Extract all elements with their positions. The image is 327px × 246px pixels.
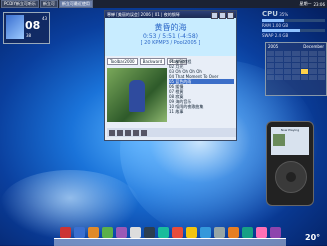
calendar-grid [266,50,326,81]
close-icon[interactable] [227,12,234,19]
ipod-center-button[interactable] [286,172,296,182]
app-icon-16[interactable] [270,227,281,238]
app-icon-11[interactable] [200,227,211,238]
player-titlebar[interactable]: 寒蝉 [美丽的误会] 2006 | 01 | 夜的钢琴 [105,11,236,19]
song-bitrate: [ 20 KPMP3 / Pool2005 ] [140,40,201,46]
song-title: 黄昏的海 [154,23,187,32]
app-icon-12[interactable] [214,227,225,238]
ipod-click-wheel[interactable] [275,161,307,193]
clock-seconds: 38 [26,33,32,38]
taskbar-button-2[interactable]: 新立可 [39,0,58,8]
app-icon-7[interactable] [144,227,155,238]
app-icon-4[interactable] [102,227,113,238]
player-controls [107,128,236,137]
next-icon[interactable] [141,129,147,136]
cpu-value: 35% [279,12,289,17]
clock-hour: 08 [25,19,41,32]
taskbar-time: 23:06 [313,1,325,7]
tab-toolbar[interactable]: Toolbar2000 [107,58,138,65]
maximize-icon[interactable] [219,12,226,19]
app-icon-6[interactable] [130,227,141,238]
top-taskbar: PCDIY新立可听乐 新立可 新立可最近使用 星期一 23:06 [0,0,327,8]
app-icon-1[interactable] [60,227,71,238]
app-icon-13[interactable] [228,227,239,238]
mem-label: RAM [262,23,271,28]
ipod-screen-title: Now Playing [280,128,300,132]
app-icon-3[interactable] [88,227,99,238]
prev-icon[interactable] [109,129,115,136]
calendar-month: December [303,44,324,49]
music-player-window: 寒蝉 [美丽的误会] 2006 | 01 | 夜的钢琴 黄昏的海 0:53 / … [104,10,237,141]
app-icon-14[interactable] [242,227,253,238]
pause-icon[interactable] [125,129,131,136]
ipod-screen: Now Playing [271,127,309,155]
minimize-icon[interactable] [211,12,218,19]
taskbar-weekday: 星期一 [299,1,312,6]
tab-backward[interactable]: Backward [139,58,166,65]
app-icon-8[interactable] [158,227,169,238]
clock-photo [6,15,24,39]
mem-value: 1.00 GB [272,23,289,28]
cpu-bar [262,19,325,22]
clock-minutes: 43 [42,16,48,21]
app-icon-2[interactable] [74,227,85,238]
mem-bar [262,29,325,32]
dock [0,224,327,246]
calendar-year: 2005 [268,44,279,49]
calendar-widget: 2005 December [265,42,327,96]
swap-value: 2.4 GB [274,33,289,38]
taskbar-button-3[interactable]: 新立可最近使用 [58,0,93,8]
cpu-label: CPU [262,10,278,18]
playlist: 01 按钮旅程 02 月光 03 Oh Oh Oh Oh 04 That Mom… [169,59,234,127]
play-icon[interactable] [117,129,123,136]
swap-label: SWAP [262,33,274,38]
clock-widget: 08 43 38 [3,12,50,44]
ipod-widget[interactable]: Now Playing [266,121,314,206]
cover-person [129,80,145,112]
app-icon-15[interactable] [256,227,267,238]
player-title-text: 寒蝉 [美丽的误会] 2006 | 01 | 夜的钢琴 [107,12,180,17]
app-icon-9[interactable] [172,227,183,238]
album-cover [107,68,167,122]
app-icon-10[interactable] [186,227,197,238]
app-icon-5[interactable] [116,227,127,238]
player-info-panel: 黄昏的海 0:53 / 5:51 (-4:58) [ 20 KPMP3 / Po… [105,18,236,56]
taskbar-button-1[interactable]: PCDIY新立可听乐 [1,0,39,8]
playlist-item[interactable]: 11 故事 [169,109,234,114]
stop-icon[interactable] [133,129,139,136]
ipod-album-art [273,134,285,146]
song-time: 0:53 / 5:51 (-4:58) [142,33,198,40]
